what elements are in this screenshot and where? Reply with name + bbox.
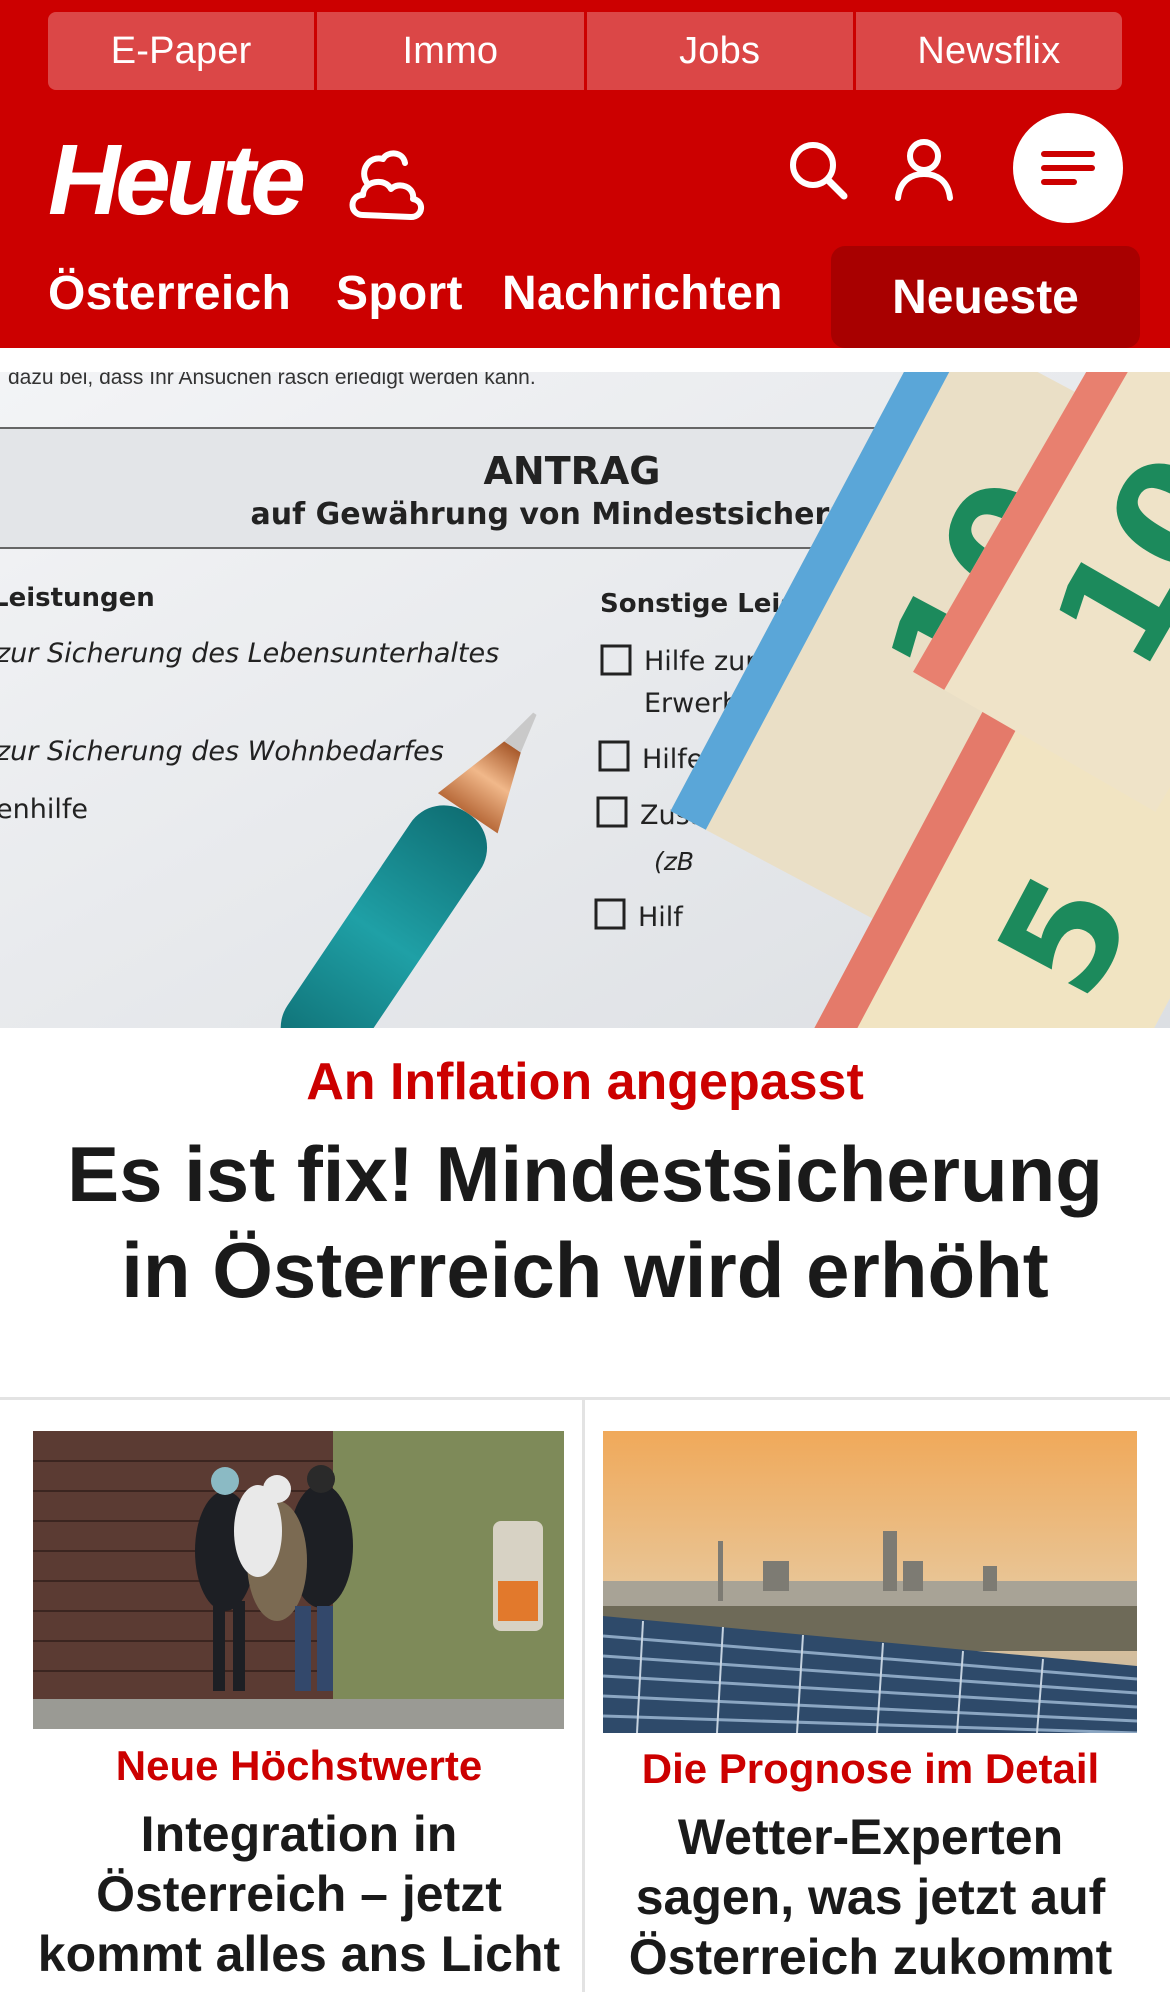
site-logo[interactable]: Heute <box>48 130 306 230</box>
svg-text:zur Sicherung des Lebensunterh: zur Sicherung des Lebensunterhaltes <box>0 638 499 669</box>
hero-kicker[interactable]: An Inflation angepasst <box>0 1052 1170 1112</box>
menu-button[interactable] <box>1013 113 1123 223</box>
search-icon[interactable] <box>786 138 850 202</box>
section-nav: Österreich Sport Nachrichten Neueste <box>0 246 1170 348</box>
section-nav-oesterreich[interactable]: Österreich <box>48 266 291 321</box>
svg-text:auf Gewährung von Mindestsiche: auf Gewährung von Mindestsicherung <box>251 497 894 532</box>
svg-text:Leistungen: Leistungen <box>0 583 155 613</box>
menu-icon <box>1041 151 1095 185</box>
teaser-image-wetter-illustration <box>603 1431 1137 1733</box>
section-nav-neueste[interactable]: Neueste <box>831 246 1140 348</box>
teaser-kicker-integration[interactable]: Neue Höchstwerte <box>20 1742 578 1790</box>
brand-row: Heute <box>0 110 1170 240</box>
svg-text:(zB: (zB <box>654 847 694 876</box>
teaser-title-integration[interactable]: Integration in Österreich – jetzt kommt … <box>20 1804 578 1984</box>
divider <box>582 1400 585 1992</box>
site-header: E-Paper Immo Jobs Newsflix Heute Österre… <box>0 0 1170 348</box>
top-nav-epaper[interactable]: E-Paper <box>48 12 315 90</box>
weather-cloud-sun-icon[interactable] <box>345 145 427 227</box>
hero-title[interactable]: Es ist fix! Mindestsicherung in Österrei… <box>40 1126 1130 1318</box>
section-nav-sport[interactable]: Sport <box>336 266 463 321</box>
top-nav-immo[interactable]: Immo <box>317 12 584 90</box>
teaser-kicker-wetter[interactable]: Die Prognose im Detail <box>598 1745 1143 1793</box>
svg-text:zur Sicherung des Wohnbedarfes: zur Sicherung des Wohnbedarfes <box>0 736 444 767</box>
svg-text:Hilf: Hilf <box>638 902 684 933</box>
top-nav-newsflix[interactable]: Newsflix <box>855 12 1122 90</box>
hero-image[interactable]: dazu bei, dass Ihr Ansuchen rasch erledi… <box>0 372 1170 1028</box>
user-icon[interactable] <box>892 136 956 204</box>
teaser-image-wetter[interactable] <box>603 1431 1137 1733</box>
svg-text:enhilfe: enhilfe <box>0 794 88 825</box>
divider <box>0 1397 1170 1400</box>
section-nav-nachrichten[interactable]: Nachrichten <box>502 266 783 321</box>
hero-image-illustration: dazu bei, dass Ihr Ansuchen rasch erledi… <box>0 372 1170 1028</box>
top-nav: E-Paper Immo Jobs Newsflix <box>48 12 1122 90</box>
svg-text:ANTRAG: ANTRAG <box>484 449 661 493</box>
svg-text:dazu bei, dass Ihr Ansuchen ra: dazu bei, dass Ihr Ansuchen rasch erledi… <box>8 372 536 389</box>
teaser-title-wetter[interactable]: Wetter-Experten sagen, was jetzt auf Öst… <box>598 1807 1143 1987</box>
teaser-image-integration-illustration <box>33 1431 564 1729</box>
teaser-image-integration[interactable] <box>33 1431 564 1729</box>
top-nav-jobs[interactable]: Jobs <box>586 12 853 90</box>
